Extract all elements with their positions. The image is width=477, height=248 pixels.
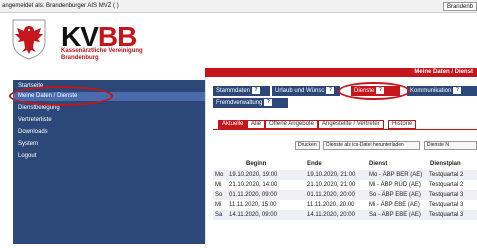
subtab-angestellte-vertreter[interactable]: Angestellte / Vertreter [318, 120, 384, 129]
subtab-divider [213, 129, 477, 130]
col-header-ende: Ende [307, 161, 322, 167]
table-row[interactable]: Mo 19.10.2020, 19:00 19.10.2020, 21:00 M… [213, 170, 477, 180]
cell-plan: Testquartal 2 [429, 182, 464, 188]
cell-day: Mi [215, 182, 222, 188]
table-row[interactable]: Mi 11.11.2020, 15:00 11.11.2020, 20:00 M… [213, 200, 477, 210]
subtab-historie[interactable]: Historie [388, 120, 417, 129]
sidebar-item-dienstbelegung[interactable]: Dienstbelegung [13, 104, 205, 113]
sidebar: Startseite Meine Daten / Dienste Dienstb… [13, 80, 205, 244]
table-row[interactable]: So 01.11.2020, 09:00 01.11.2020, 20:00 S… [213, 190, 477, 200]
top-bar: angemeldet als: Brandenburger AIS MVZ ( … [0, 0, 477, 13]
table-row[interactable]: Mi 21.10.2020, 14:00 21.10.2020, 21:00 M… [213, 180, 477, 190]
sidebar-item-system[interactable]: System [13, 140, 205, 149]
sidebar-item-startseite[interactable]: Startseite [13, 82, 205, 91]
col-header-beginn: Beginn [246, 161, 267, 167]
kvbb-logo: KVBB [61, 21, 137, 52]
cell-day: Sa [215, 212, 223, 218]
cell-begin: 21.10.2020, 14:00 [229, 182, 278, 188]
col-header-dienstplan: Dienstplan [430, 161, 461, 167]
cell-end: 01.11.2020, 20:00 [307, 192, 355, 198]
cell-begin: 19.10.2020, 19:00 [229, 172, 278, 178]
sidebar-item-logout[interactable]: Logout [13, 152, 205, 161]
tab-stammdaten[interactable]: Stammdaten? [213, 86, 270, 96]
cell-plan: Testquartal 3 [429, 192, 464, 198]
cell-service: Mi - ÄBP RÜD (AE) [369, 182, 421, 188]
header: KVBB Kassenärztliche Vereinigung Branden… [0, 13, 477, 70]
logo-subtitle-1: Kassenärztliche Vereinigung [61, 48, 143, 54]
cell-service: Mo - ÄBP BER (AE) [369, 172, 423, 178]
print-button[interactable]: Drucken [295, 141, 320, 150]
help-icon[interactable]: ? [326, 86, 335, 94]
table-row[interactable]: Sa 14.11.2020, 09:00 14.11.2020, 20:00 S… [213, 210, 477, 220]
cell-day: Mo [215, 172, 224, 178]
brandenburg-button[interactable]: Brandenb [442, 2, 477, 11]
download-ics-button[interactable]: Dienste als ics-Datei herunterladen [323, 141, 420, 150]
tab-urlaub[interactable]: Urlaub und Wünsc? [272, 86, 340, 96]
cell-plan: Testquartal 3 [429, 202, 464, 208]
cell-plan: Testquartal 3 [429, 212, 464, 218]
dienste-extra-button[interactable]: Dienste N [424, 141, 477, 150]
cell-plan: Testquartal 2 [429, 172, 464, 178]
help-icon[interactable]: ? [264, 98, 273, 106]
sidebar-item-meine-daten[interactable]: Meine Daten / Dienste [13, 92, 205, 101]
brandenburg-eagle-icon [12, 19, 46, 60]
subtab-alle[interactable]: Alle [247, 120, 266, 129]
subtab-offene-angebote[interactable]: Offene Angebote [265, 120, 318, 129]
sidebar-item-downloads[interactable]: Downloads [13, 128, 205, 137]
breadcrumb-bar: Meine Daten / Dienst [205, 68, 477, 77]
cell-day: Mi [215, 202, 222, 208]
cell-end: 21.10.2020, 21:00 [307, 182, 356, 188]
col-header-dienst: Dienst [369, 161, 388, 167]
logo-subtitle-2: Brandenburg [61, 55, 99, 61]
cell-end: 11.11.2020, 20:00 [307, 202, 355, 208]
breadcrumb: Meine Daten / Dienst [414, 69, 473, 75]
tab-dienste[interactable]: Dienste? [351, 86, 400, 96]
cell-end: 14.11.2020, 20:00 [307, 212, 355, 218]
tab-kommunikation[interactable]: Kommunikation? [407, 86, 477, 96]
tab-fremdverwaltung[interactable]: Fremdverwaltung? [213, 98, 288, 108]
subtab-aktuelle[interactable]: Aktuelle [218, 120, 248, 129]
cell-day: So [215, 192, 223, 198]
sidebar-item-vertreterliste[interactable]: Vertreterliste [13, 116, 205, 125]
cell-begin: 11.11.2020, 15:00 [229, 202, 277, 208]
login-status: angemeldet als: Brandenburger AIS MVZ ( … [2, 3, 119, 9]
cell-service: Sa - ÄBP EBE (AE) [369, 212, 421, 218]
cell-begin: 14.11.2020, 09:00 [229, 212, 277, 218]
cell-service: Mi - ÄBP EBE (AE) [369, 202, 420, 208]
cell-end: 19.10.2020, 21:00 [307, 172, 356, 178]
help-icon[interactable]: ? [252, 86, 261, 94]
help-icon[interactable]: ? [376, 86, 385, 94]
help-icon[interactable]: ? [453, 86, 462, 94]
cell-service: So - ÄBP EBE (AE) [369, 192, 421, 198]
cell-begin: 01.11.2020, 09:00 [229, 192, 277, 198]
